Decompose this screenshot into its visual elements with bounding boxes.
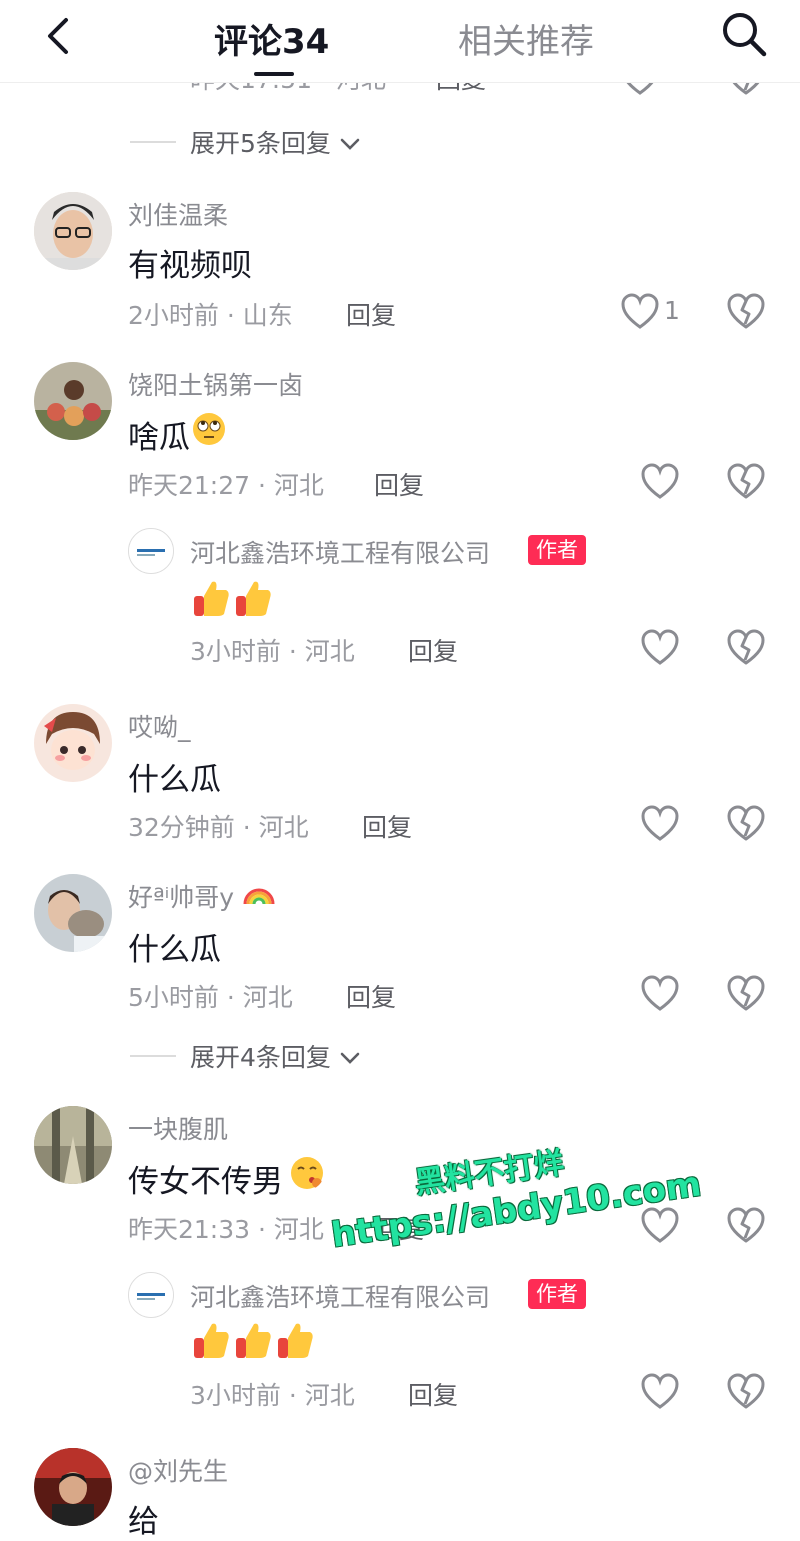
expand-replies-button[interactable]: 展开4条回复 [190,1038,361,1074]
heart-icon[interactable] [640,1372,680,1412]
dislike-icon[interactable] [726,1372,766,1412]
thumbs-up-emoji-icon [194,1323,229,1358]
comment-meta: 5小时前 · 河北 [128,983,293,1012]
expand-divider [130,141,176,143]
like-count: 1 [664,296,680,325]
comment-text: 什么瓜 [128,762,221,798]
comment-username[interactable]: @刘先生 [128,1452,228,1488]
comment-text: 传女不传男 [128,1164,283,1200]
thumbs-up-emoji-icon [194,581,229,616]
comment-username[interactable]: 饶阳土锅第一卤 [128,366,303,402]
reply-button[interactable]: 回复 [346,978,396,1014]
comment-username[interactable]: 哎呦_ [128,708,191,744]
comment-username[interactable]: 一块腹肌 [128,1110,228,1146]
comment-username[interactable]: 好ªⁱ帅哥y [128,878,234,914]
tab-active-indicator [254,72,294,76]
avatar[interactable] [34,192,112,270]
tab-related[interactable]: 相关推荐 [458,14,594,63]
dislike-icon[interactable] [726,628,766,668]
kissing-emoji-icon [291,1157,323,1189]
dislike-icon[interactable] [726,292,766,332]
heart-icon[interactable] [620,292,660,332]
comment-text: 什么瓜 [128,932,221,968]
comment-username[interactable]: 刘佳温柔 [128,196,228,232]
avatar[interactable] [128,1272,174,1318]
expand-label: 展开4条回复 [190,1043,331,1072]
comment-text-content: 啥瓜 [128,420,190,456]
heart-icon[interactable] [640,1206,680,1246]
author-badge: 作者 [528,1279,586,1309]
header-bar: 评论34 相关推荐 [0,0,800,83]
dislike-icon[interactable] [726,974,766,1014]
avatar[interactable] [34,1448,112,1526]
comment-username-text: 好ªⁱ帅哥y [128,883,235,912]
reply-button[interactable]: 回复 [408,1376,458,1412]
comment-meta: 昨天21:33 · 河北 [128,1215,324,1244]
dislike-icon[interactable] [726,462,766,502]
back-icon[interactable] [38,14,82,58]
comment-meta: 昨天21:27 · 河北 [128,471,324,500]
avatar[interactable] [34,704,112,782]
thumbs-up-emoji-icon [236,1323,271,1358]
comment-text: 啥瓜 [128,412,190,457]
expand-divider [130,1055,176,1057]
comment-meta: 32分钟前 · 河北 [128,813,309,842]
chevron-down-icon [340,1052,360,1064]
chevron-down-icon [340,138,360,150]
heart-icon[interactable] [640,628,680,668]
rolling-eyes-emoji-icon [193,413,225,445]
reply-username[interactable]: 河北鑫浩环境工程有限公司 [190,1278,490,1314]
expand-replies-button[interactable]: 展开5条回复 [190,124,361,160]
avatar[interactable] [34,874,112,952]
reply-username[interactable]: 河北鑫浩环境工程有限公司 [190,534,490,570]
comment-text: 有视频呗 [128,248,252,284]
avatar[interactable] [128,528,174,574]
heart-icon[interactable] [640,804,680,844]
reply-button[interactable]: 回复 [362,808,412,844]
author-badge: 作者 [528,535,586,565]
reply-meta: 3小时前 · 河北 [190,637,355,666]
tab-comments[interactable]: 评论34 [214,14,329,63]
reply-button[interactable]: 回复 [346,296,396,332]
avatar[interactable] [34,362,112,440]
rainbow-emoji-icon [243,888,275,905]
thumbs-up-emoji-icon [236,581,271,616]
reply-meta: 3小时前 · 河北 [190,1381,355,1410]
expand-label: 展开5条回复 [190,129,331,158]
comment-text: 给 [128,1504,159,1540]
reply-button[interactable]: 回复 [408,632,458,668]
heart-icon[interactable] [640,462,680,502]
search-icon[interactable] [718,8,770,60]
avatar[interactable] [34,1106,112,1184]
thumbs-up-emoji-icon [278,1323,313,1358]
comment-meta: 2小时前 · 山东 [128,301,293,330]
reply-button[interactable]: 回复 [374,466,424,502]
heart-icon[interactable] [640,974,680,1014]
dislike-icon[interactable] [726,1206,766,1246]
dislike-icon[interactable] [726,804,766,844]
